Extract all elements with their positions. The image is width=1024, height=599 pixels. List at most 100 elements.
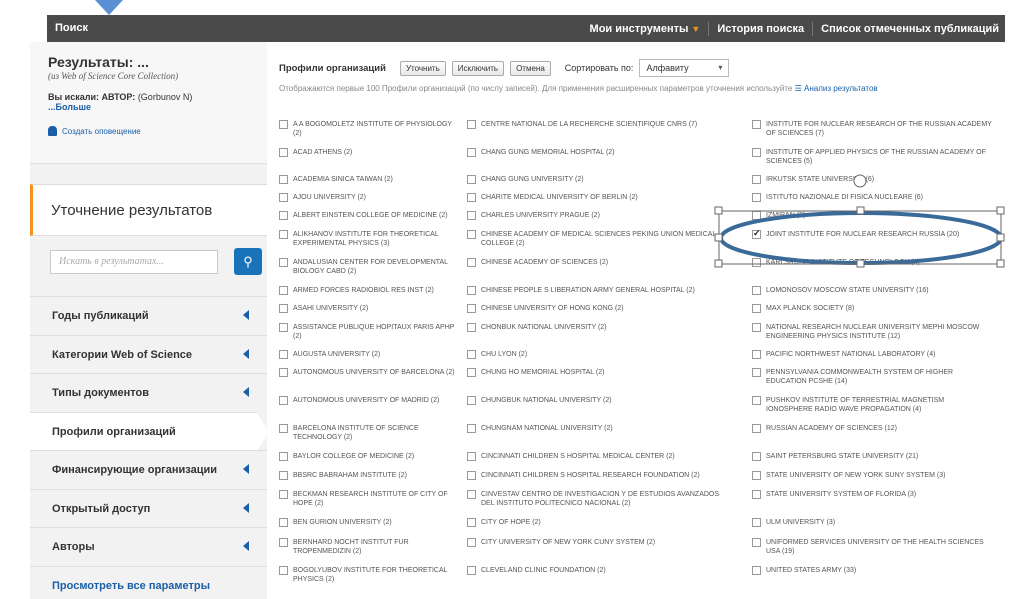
org-checkbox[interactable]	[752, 424, 761, 433]
org-checkbox[interactable]	[752, 211, 761, 220]
org-option[interactable]: INSTITUTE FOR NUCLEAR RESEARCH OF THE RU…	[752, 120, 992, 138]
org-option[interactable]: PUSHKOV INSTITUTE OF TERRESTRIAL MAGNETI…	[752, 396, 992, 414]
org-option[interactable]: BOGOLYUBOV INSTITUTE FOR THEORETICAL PHY…	[279, 566, 459, 584]
org-option[interactable]: CINCINNATI CHILDREN S HOSPITAL MEDICAL C…	[467, 452, 725, 461]
org-checkbox[interactable]	[467, 211, 476, 220]
org-option[interactable]: SAINT PETERSBURG STATE UNIVERSITY (21)	[752, 452, 992, 461]
org-checkbox[interactable]	[467, 368, 476, 377]
org-checkbox[interactable]	[467, 258, 476, 267]
org-checkbox[interactable]	[279, 175, 288, 184]
org-option[interactable]: ALBERT EINSTEIN COLLEGE OF MEDICINE (2)	[279, 211, 459, 220]
search-history-link[interactable]: История поиска	[717, 23, 804, 35]
org-checkbox[interactable]	[752, 452, 761, 461]
org-checkbox[interactable]	[467, 538, 476, 547]
org-option[interactable]: CENTRE NATIONAL DE LA RECHERCHE SCIENTIF…	[467, 120, 725, 129]
org-checkbox[interactable]	[467, 286, 476, 295]
search-within-input[interactable]: Искать в результатах...	[50, 250, 218, 274]
org-checkbox[interactable]	[752, 323, 761, 332]
org-checkbox[interactable]	[467, 424, 476, 433]
org-checkbox[interactable]	[279, 518, 288, 527]
org-checkbox[interactable]	[752, 518, 761, 527]
org-checkbox[interactable]	[279, 148, 288, 157]
org-checkbox[interactable]	[752, 148, 761, 157]
org-checkbox[interactable]	[279, 304, 288, 313]
org-option[interactable]: IRKUTSK STATE UNIVERSITY (6)	[752, 175, 992, 184]
org-checkbox[interactable]	[467, 230, 476, 239]
org-option[interactable]: BECKMAN RESEARCH INSTITUTE OF CITY OF HO…	[279, 490, 459, 508]
org-option[interactable]: RUSSIAN ACADEMY OF SCIENCES (12)	[752, 424, 992, 433]
org-option[interactable]: CHANG GUNG MEMORIAL HOSPITAL (2)	[467, 148, 725, 157]
org-option[interactable]: A A BOGOMOLETZ INSTITUTE OF PHYSIOLOGY (…	[279, 120, 459, 138]
org-option[interactable]: BBSRC BABRAHAM INSTITUTE (2)	[279, 471, 459, 480]
org-option[interactable]: CHUNG HO MEMORIAL HOSPITAL (2)	[467, 368, 725, 377]
my-tools-menu[interactable]: Мои инструменты ▼	[590, 23, 701, 35]
org-checkbox[interactable]	[279, 396, 288, 405]
org-option[interactable]: AUGUSTA UNIVERSITY (2)	[279, 350, 459, 359]
org-checkbox[interactable]	[752, 368, 761, 377]
org-option[interactable]: CHONBUK NATIONAL UNIVERSITY (2)	[467, 323, 725, 332]
nav-item-authors[interactable]: Авторы	[30, 527, 267, 566]
cancel-button[interactable]: Отмена	[510, 60, 551, 76]
org-option[interactable]: ASAHI UNIVERSITY (2)	[279, 304, 459, 313]
org-checkbox[interactable]	[279, 424, 288, 433]
org-checkbox[interactable]	[467, 471, 476, 480]
org-checkbox[interactable]	[752, 471, 761, 480]
org-checkbox[interactable]	[279, 471, 288, 480]
org-option[interactable]: CLEVELAND CLINIC FOUNDATION (2)	[467, 566, 725, 575]
org-option[interactable]: ISTITUTO NAZIONALE DI FISICA NUCLEARE (6…	[752, 193, 992, 202]
org-checkbox[interactable]	[279, 120, 288, 129]
org-option[interactable]: KARLSRUHE INSTITUTE OF TECHNOLOGY (3)	[752, 258, 992, 267]
org-checkbox[interactable]	[279, 538, 288, 547]
exclude-button[interactable]: Исключить	[451, 60, 505, 76]
sort-select[interactable]: Алфавиту	[639, 59, 730, 77]
org-option[interactable]: CHARITE MEDICAL UNIVERSITY OF BERLIN (2)	[467, 193, 725, 202]
org-option[interactable]: CHUNGBUK NATIONAL UNIVERSITY (2)	[467, 396, 725, 405]
org-checkbox[interactable]	[279, 350, 288, 359]
org-checkbox[interactable]	[752, 286, 761, 295]
org-option[interactable]: CHINESE UNIVERSITY OF HONG KONG (2)	[467, 304, 725, 313]
org-option[interactable]: CINVESTAV CENTRO DE INVESTIGACION Y DE E…	[467, 490, 725, 508]
org-checkbox[interactable]	[279, 566, 288, 575]
org-checkbox[interactable]	[467, 452, 476, 461]
org-checkbox[interactable]	[279, 452, 288, 461]
org-checkbox[interactable]	[279, 490, 288, 499]
org-option[interactable]: ACADEMIA SINICA TAIWAN (2)	[279, 175, 459, 184]
nav-item-doc-types[interactable]: Типы документов	[30, 373, 267, 412]
org-option[interactable]: LOMONOSOV MOSCOW STATE UNIVERSITY (16)	[752, 286, 992, 295]
org-option[interactable]: STATE UNIVERSITY SYSTEM OF FLORIDA (3)	[752, 490, 992, 499]
org-option[interactable]: CHU LYON (2)	[467, 350, 725, 359]
org-option[interactable]: STATE UNIVERSITY OF NEW YORK SUNY SYSTEM…	[752, 471, 992, 480]
org-option[interactable]: BARCELONA INSTITUTE OF SCIENCE TECHNOLOG…	[279, 424, 459, 442]
org-checkbox[interactable]	[752, 566, 761, 575]
org-checkbox[interactable]	[752, 304, 761, 313]
org-option[interactable]: BEN GURION UNIVERSITY (2)	[279, 518, 459, 527]
org-checkbox[interactable]	[467, 350, 476, 359]
org-option[interactable]: ASSISTANCE PUBLIQUE HOPITAUX PARIS APHP …	[279, 323, 459, 341]
org-checkbox[interactable]	[279, 211, 288, 220]
view-all-options-link[interactable]: Просмотреть все параметры	[30, 565, 267, 599]
org-option[interactable]: PACIFIC NORTHWEST NATIONAL LABORATORY (4…	[752, 350, 992, 359]
org-option[interactable]: CITY OF HOPE (2)	[467, 518, 725, 527]
org-option[interactable]: IZMIRAN (3)	[752, 211, 992, 220]
marked-list-link[interactable]: Список отмеченных публикаций	[821, 23, 999, 35]
refine-button[interactable]: Уточнить	[399, 60, 446, 76]
more-link[interactable]: ...Больше	[48, 102, 267, 112]
org-checkbox[interactable]	[467, 304, 476, 313]
org-option[interactable]: CINCINNATI CHILDREN S HOSPITAL RESEARCH …	[467, 471, 725, 480]
org-option[interactable]: ULM UNIVERSITY (3)	[752, 518, 992, 527]
org-option[interactable]: CHINESE ACADEMY OF MEDICAL SCIENCES PEKI…	[467, 230, 725, 248]
create-alert-link[interactable]: Создать оповещение	[48, 126, 267, 136]
org-option[interactable]: UNITED STATES ARMY (33)	[752, 566, 992, 575]
org-checkbox[interactable]	[467, 566, 476, 575]
org-checkbox[interactable]	[752, 175, 761, 184]
org-checkbox[interactable]	[467, 175, 476, 184]
org-checkbox[interactable]	[467, 120, 476, 129]
org-checkbox[interactable]	[752, 258, 761, 267]
org-checkbox[interactable]	[752, 490, 761, 499]
org-option[interactable]: AUTONOMOUS UNIVERSITY OF MADRID (2)	[279, 396, 459, 405]
org-option[interactable]: PENNSYLVANIA COMMONWEALTH SYSTEM OF HIGH…	[752, 368, 992, 386]
org-option[interactable]: CHINESE PEOPLE S LIBERATION ARMY GENERAL…	[467, 286, 725, 295]
org-option[interactable]: CITY UNIVERSITY OF NEW YORK CUNY SYSTEM …	[467, 538, 725, 547]
org-checkbox[interactable]	[752, 350, 761, 359]
nav-item-org-profiles[interactable]: Профили организаций	[30, 411, 269, 450]
